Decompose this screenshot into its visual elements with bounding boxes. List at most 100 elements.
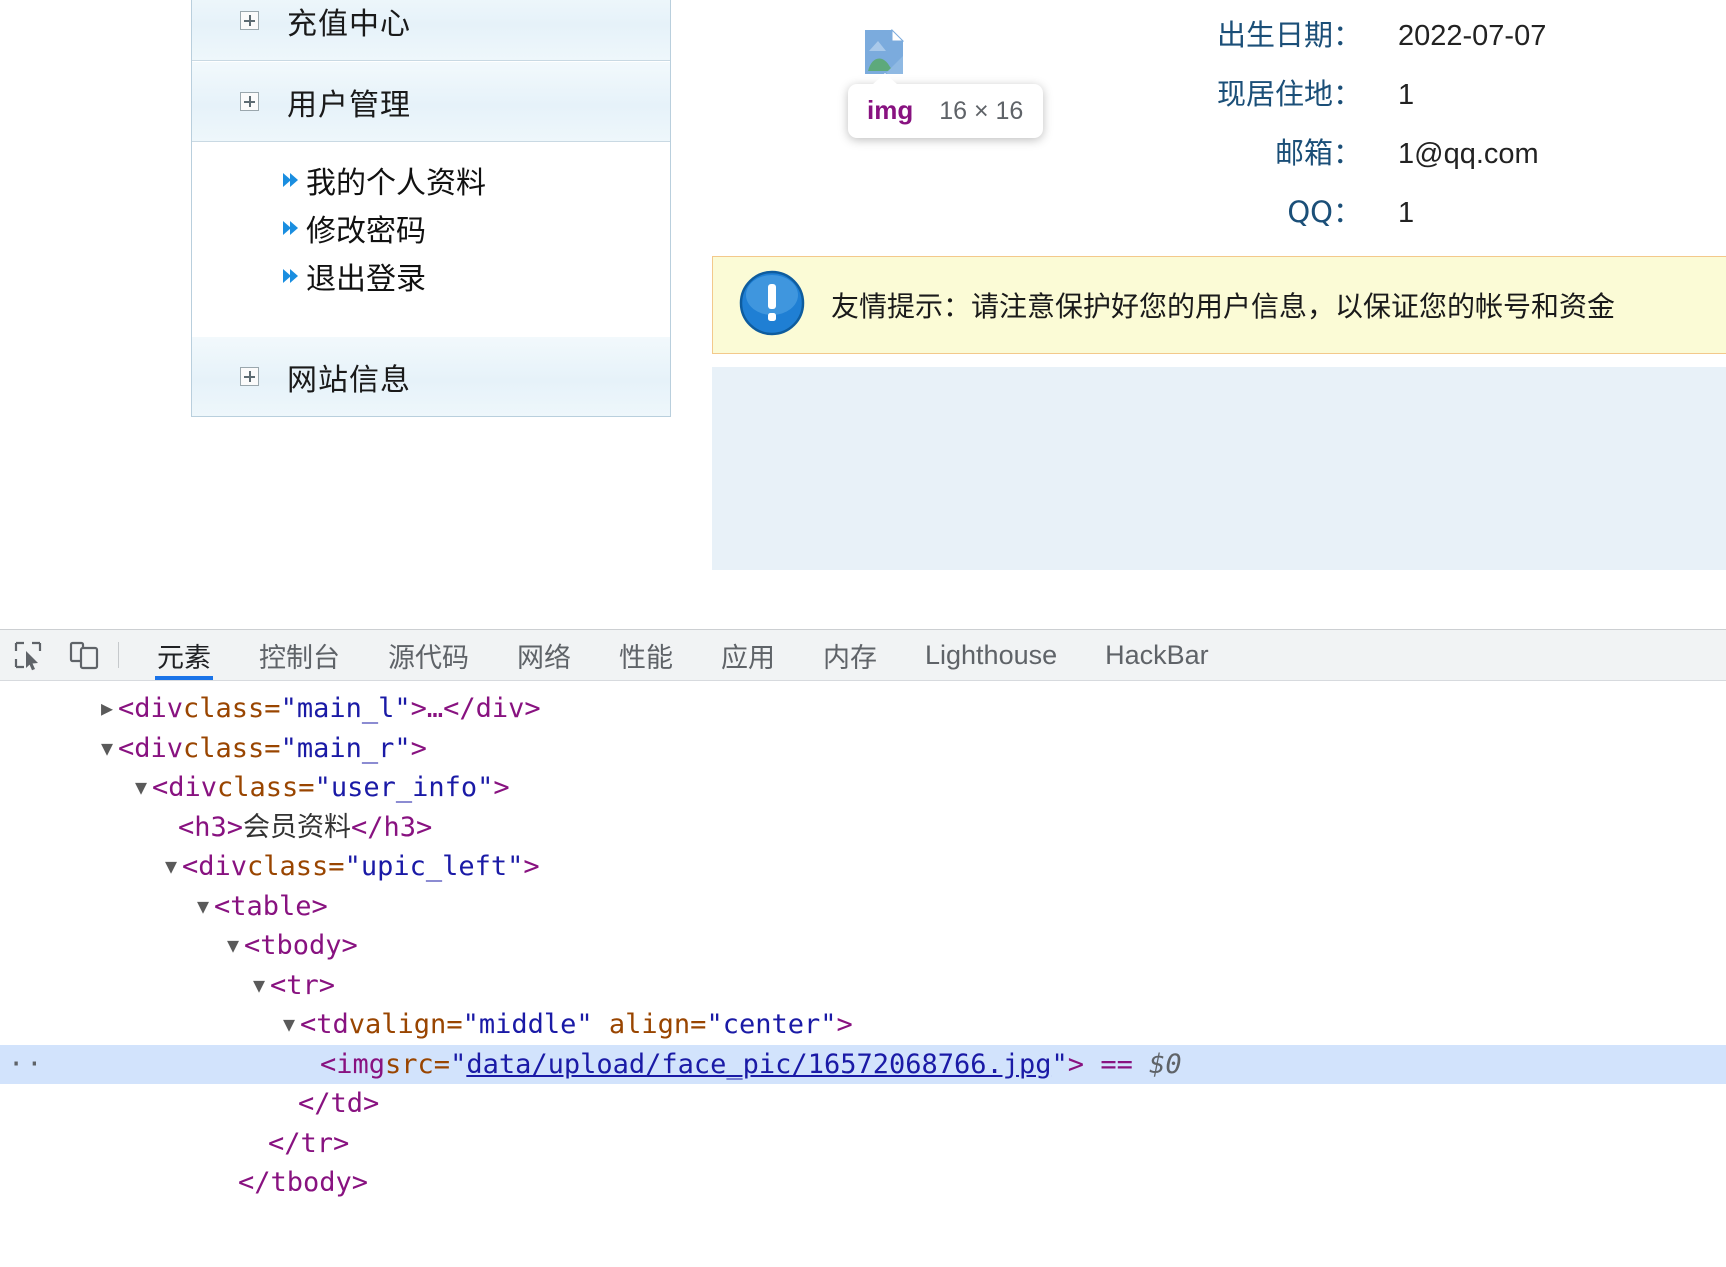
dom-node-tbody[interactable]: ▼ <tbody> bbox=[0, 926, 1726, 966]
dom-tree[interactable]: ▶ <div class= "main_l" > … </div> ▼ <div… bbox=[0, 681, 1726, 1203]
user-info-value: 2022-07-07 bbox=[1398, 20, 1547, 52]
sidebar-group-site-info: 网站信息 bbox=[192, 336, 670, 416]
dom-node-td[interactable]: ▼ <td valign= "middle" align= "center" > bbox=[0, 1005, 1726, 1045]
user-info-row-email: 邮箱： 1@qq.com bbox=[1180, 130, 1726, 189]
user-info-label: 邮箱： bbox=[1274, 136, 1362, 170]
sidebar-item-site-info[interactable]: 网站信息 bbox=[192, 336, 670, 416]
dom-attr-name: class= bbox=[217, 772, 315, 803]
dom-node-tr[interactable]: ▼ <tr> bbox=[0, 966, 1726, 1006]
twirl-open-icon[interactable]: ▼ bbox=[222, 926, 244, 966]
dom-tag-close: </tr> bbox=[268, 1127, 350, 1159]
plus-box-icon[interactable] bbox=[240, 11, 259, 30]
sidebar-item-logout-label: 退出登录 bbox=[306, 262, 426, 297]
sidebar-item-recharge[interactable]: 充值中心 bbox=[192, 0, 670, 60]
tab-performance[interactable]: 性能 bbox=[595, 630, 697, 680]
dom-tag-open: <td bbox=[300, 1009, 349, 1040]
sidebar-item-logout[interactable]: 退出登录 bbox=[192, 252, 670, 300]
warning-banner: 友情提示：请注意保护好您的用户信息，以保证您的帐号和资金 bbox=[712, 256, 1726, 354]
dom-tag-open: <h3> bbox=[178, 811, 244, 843]
dom-attr-name: src= bbox=[385, 1048, 451, 1080]
sidebar-item-change-password[interactable]: 修改密码 bbox=[192, 204, 670, 252]
tab-elements[interactable]: 元素 bbox=[133, 630, 235, 680]
dom-tag: <table> bbox=[214, 890, 328, 922]
user-info-label: 现居住地： bbox=[1216, 77, 1362, 111]
user-info-label: QQ： bbox=[1287, 195, 1362, 229]
dom-attr-value: "user_info" bbox=[314, 772, 494, 803]
device-toggle-icon[interactable] bbox=[56, 630, 112, 680]
double-arrow-icon bbox=[280, 217, 302, 239]
dom-node-main-l[interactable]: ▶ <div class= "main_l" > … </div> bbox=[0, 689, 1726, 729]
tab-sources[interactable]: 源代码 bbox=[364, 630, 493, 680]
dom-tag-open: <div bbox=[118, 693, 184, 724]
user-info-value: 1 bbox=[1398, 197, 1415, 229]
dom-node-tbody-close[interactable]: </tbody> bbox=[0, 1163, 1726, 1203]
twirl-closed-icon[interactable]: ▶ bbox=[96, 689, 118, 729]
tooltip-tag-name: img bbox=[867, 95, 914, 125]
broken-image-icon[interactable] bbox=[864, 28, 905, 75]
sidebar-item-user-manage-label: 用户管理 bbox=[287, 87, 411, 123]
user-info-row-qq: QQ： 1 bbox=[1180, 189, 1726, 248]
user-info-list: 出生日期： 2022-07-07 现居住地： 1 邮箱： 1@qq.com QQ… bbox=[1180, 12, 1726, 248]
twirl-open-icon[interactable]: ▼ bbox=[278, 1005, 300, 1045]
tab-network[interactable]: 网络 bbox=[493, 630, 595, 680]
sidebar-item-site-info-label: 网站信息 bbox=[287, 362, 411, 398]
dom-console-ref: $0 bbox=[1149, 1048, 1182, 1080]
dom-tag-close: </tbody> bbox=[238, 1167, 369, 1198]
dom-tag-gt: > bbox=[1067, 1048, 1085, 1080]
user-info-value: 1@qq.com bbox=[1398, 138, 1539, 170]
sidebar-item-my-profile[interactable]: 我的个人资料 bbox=[192, 156, 670, 204]
tab-application[interactable]: 应用 bbox=[697, 630, 799, 680]
tab-lighthouse[interactable]: Lighthouse bbox=[901, 630, 1081, 680]
twirl-open-icon[interactable]: ▼ bbox=[192, 887, 214, 927]
twirl-open-icon[interactable]: ▼ bbox=[248, 966, 270, 1006]
plus-box-icon[interactable] bbox=[240, 367, 259, 386]
dom-node-main-r[interactable]: ▼ <div class= "main_r" > bbox=[0, 729, 1726, 769]
dom-attr-value: "center" bbox=[706, 1009, 837, 1040]
dom-tag-gt: > bbox=[410, 693, 427, 724]
user-info-label: 出生日期： bbox=[1216, 18, 1362, 52]
dom-equals-marker: == bbox=[1100, 1048, 1133, 1080]
twirl-open-icon[interactable]: ▼ bbox=[130, 768, 152, 808]
sidebar-submenu: 我的个人资料 修改密码 退出登录 bbox=[192, 142, 670, 336]
sidebar-item-my-profile-label: 我的个人资料 bbox=[306, 166, 486, 201]
dom-tag: <tbody> bbox=[244, 930, 358, 961]
inspect-cursor-icon[interactable] bbox=[0, 630, 56, 680]
dom-attr-name: class= bbox=[183, 732, 281, 764]
warning-text: 友情提示：请注意保护好您的用户信息，以保证您的帐号和资金 bbox=[831, 290, 1616, 323]
dom-attr-value-link[interactable]: data/upload/face_pic/16572068766.jpg bbox=[466, 1045, 1051, 1085]
dom-tag-gt: > bbox=[523, 851, 540, 882]
dom-attr-name: class= bbox=[247, 851, 345, 882]
devtools-toolbar: 元素 控制台 源代码 网络 性能 应用 内存 Lighthouse HackBa… bbox=[0, 630, 1726, 681]
dom-tag-gt: > bbox=[410, 732, 427, 764]
tab-console[interactable]: 控制台 bbox=[235, 630, 364, 680]
sidebar-item-change-password-label: 修改密码 bbox=[306, 214, 426, 249]
dom-badge-dots[interactable]: ·· bbox=[8, 1045, 45, 1085]
exclamation-circle-icon bbox=[739, 270, 805, 341]
web-page-viewport: 网站信息 充值中心 用户管理 我的 bbox=[0, 0, 1726, 629]
dom-node-tr-close[interactable]: </tr> bbox=[0, 1124, 1726, 1164]
plus-box-icon[interactable] bbox=[240, 92, 259, 111]
dom-tag-close: </h3> bbox=[351, 811, 433, 843]
tab-memory[interactable]: 内存 bbox=[799, 630, 901, 680]
dom-node-user-info[interactable]: ▼ <div class= "user_info" > bbox=[0, 768, 1726, 808]
dom-tag-gt: > bbox=[836, 1009, 853, 1040]
page-bottom-spacer bbox=[0, 570, 1726, 629]
dom-node-upic-left[interactable]: ▼ <div class= "upic_left" > bbox=[0, 847, 1726, 887]
sidebar-item-user-manage[interactable]: 用户管理 bbox=[192, 61, 670, 141]
dom-node-h3[interactable]: <h3> 会员资料 </h3> bbox=[0, 808, 1726, 848]
twirl-open-icon[interactable]: ▼ bbox=[96, 729, 118, 769]
dom-ellipsis[interactable]: … bbox=[427, 689, 443, 729]
dom-attr-value: "main_r" bbox=[280, 732, 411, 764]
dom-node-img-selected[interactable]: ·· <img src= " data/upload/face_pic/1657… bbox=[0, 1044, 1726, 1085]
tab-hackbar[interactable]: HackBar bbox=[1081, 630, 1233, 680]
dom-tag-gt: > bbox=[493, 772, 510, 803]
dom-tag-close: </td> bbox=[298, 1088, 380, 1119]
dom-tag-close: </div> bbox=[443, 693, 541, 724]
twirl-open-icon[interactable]: ▼ bbox=[160, 847, 182, 887]
content-panel bbox=[712, 367, 1726, 570]
user-info-row-birthdate: 出生日期： 2022-07-07 bbox=[1180, 12, 1726, 71]
dom-tag-open: <div bbox=[182, 851, 248, 882]
double-arrow-icon bbox=[280, 169, 302, 191]
dom-node-table[interactable]: ▼ <table> bbox=[0, 887, 1726, 927]
dom-node-td-close[interactable]: </td> bbox=[0, 1084, 1726, 1124]
